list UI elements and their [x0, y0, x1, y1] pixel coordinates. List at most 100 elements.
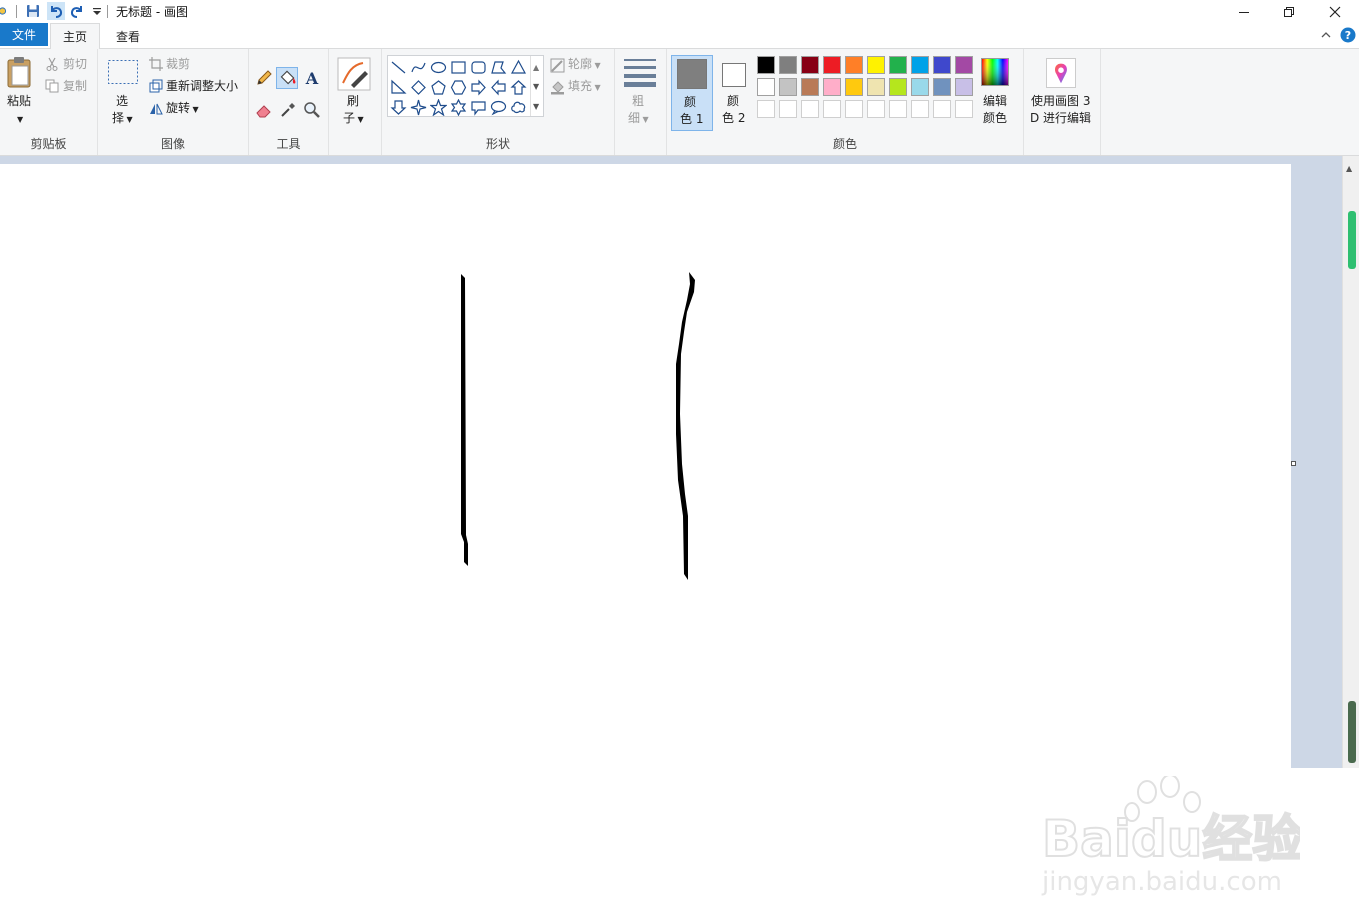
up-arrow-shape-icon[interactable]: [510, 79, 527, 96]
custom-color-slot[interactable]: [911, 100, 929, 118]
custom-color-slot[interactable]: [845, 100, 863, 118]
shapes-scroll-down[interactable]: ▼: [533, 78, 539, 95]
edit-colors-icon[interactable]: [981, 58, 1009, 86]
oval-shape-icon[interactable]: [430, 59, 447, 76]
brushes-button-line2[interactable]: 子 ▼: [343, 110, 364, 128]
triangle-shape-icon[interactable]: [510, 59, 527, 76]
six-point-star-shape-icon[interactable]: [450, 98, 467, 117]
custom-color-slot[interactable]: [757, 100, 775, 118]
crop-button[interactable]: 裁剪: [166, 56, 190, 73]
customize-quick-access-icon[interactable]: [89, 3, 105, 19]
right-arrow-shape-icon[interactable]: [470, 79, 487, 96]
drawing-canvas[interactable]: [0, 164, 1291, 768]
size-icon[interactable]: [623, 57, 657, 87]
palette-swatch[interactable]: [955, 56, 973, 74]
edit-colors-line1[interactable]: 编辑: [983, 93, 1007, 110]
tab-home[interactable]: 主页: [50, 23, 100, 49]
magnifier-icon[interactable]: [303, 101, 321, 119]
collapse-ribbon-icon[interactable]: [1319, 28, 1333, 42]
crop-icon[interactable]: [149, 57, 163, 71]
pencil-icon[interactable]: [255, 69, 273, 87]
palette-swatch[interactable]: [889, 78, 907, 96]
diamond-shape-icon[interactable]: [410, 79, 427, 96]
color-picker-icon[interactable]: [279, 101, 297, 119]
redo-icon[interactable]: [69, 3, 85, 19]
custom-color-slot[interactable]: [801, 100, 819, 118]
scroll-thumb-top[interactable]: [1348, 211, 1356, 269]
outline-button[interactable]: 轮廓 ▼: [568, 56, 601, 74]
paste-button[interactable]: 粘贴: [7, 93, 31, 110]
paint3d-icon[interactable]: [1046, 58, 1076, 88]
rotate-button[interactable]: 旋转 ▼: [166, 100, 199, 118]
edit-colors-line2[interactable]: 颜色: [983, 110, 1007, 127]
custom-color-slot[interactable]: [933, 100, 951, 118]
palette-swatch[interactable]: [933, 78, 951, 96]
palette-swatch[interactable]: [867, 78, 885, 96]
polygon-shape-icon[interactable]: [490, 59, 507, 76]
fill-button[interactable]: 填充 ▼: [568, 78, 601, 96]
palette-swatch[interactable]: [845, 78, 863, 96]
four-point-star-shape-icon[interactable]: [410, 99, 427, 116]
line-shape-icon[interactable]: [390, 59, 407, 76]
size-button-line2[interactable]: 细 ▼: [628, 110, 649, 128]
palette-swatch[interactable]: [955, 78, 973, 96]
palette-swatch[interactable]: [779, 78, 797, 96]
cut-icon[interactable]: [45, 57, 59, 71]
resize-icon[interactable]: [149, 79, 163, 93]
color2-button[interactable]: 颜 色 2: [717, 55, 755, 131]
canvas-resize-handle[interactable]: [1291, 461, 1296, 466]
close-button[interactable]: [1312, 0, 1358, 23]
palette-swatch[interactable]: [823, 78, 841, 96]
custom-color-slot[interactable]: [779, 100, 797, 118]
five-point-star-shape-icon[interactable]: [429, 98, 448, 117]
undo-icon[interactable]: [47, 2, 65, 20]
palette-swatch[interactable]: [867, 56, 885, 74]
paint3d-button-line2[interactable]: D 进行编辑: [1030, 110, 1091, 127]
eraser-icon[interactable]: [255, 101, 273, 119]
palette-swatch[interactable]: [757, 56, 775, 74]
scroll-up-arrow[interactable]: ▲: [1346, 160, 1352, 177]
pentagon-shape-icon[interactable]: [430, 79, 447, 96]
outline-icon[interactable]: [550, 58, 565, 73]
tab-file[interactable]: 文件: [0, 23, 48, 46]
minimize-button[interactable]: [1221, 0, 1267, 23]
custom-color-slot[interactable]: [955, 100, 973, 118]
rounded-rectangle-shape-icon[interactable]: [470, 59, 487, 76]
palette-swatch[interactable]: [823, 56, 841, 74]
fill-icon[interactable]: [550, 80, 565, 95]
maximize-button[interactable]: [1266, 0, 1312, 23]
app-icon[interactable]: [0, 3, 10, 19]
left-arrow-shape-icon[interactable]: [490, 79, 507, 96]
palette-swatch[interactable]: [801, 56, 819, 74]
rectangle-shape-icon[interactable]: [450, 59, 467, 76]
palette-swatch[interactable]: [779, 56, 797, 74]
fill-bucket-icon[interactable]: [276, 67, 298, 89]
paste-dropdown-arrow[interactable]: ▼: [17, 111, 23, 128]
shapes-scroll-up[interactable]: ▲: [533, 59, 539, 76]
help-icon[interactable]: ?: [1340, 27, 1356, 43]
vertical-scrollbar[interactable]: ▲: [1342, 156, 1359, 768]
select-button-line1[interactable]: 选: [116, 93, 128, 110]
custom-color-slot[interactable]: [823, 100, 841, 118]
custom-color-slot[interactable]: [889, 100, 907, 118]
palette-swatch[interactable]: [801, 78, 819, 96]
save-icon[interactable]: [25, 3, 41, 19]
paste-icon[interactable]: [4, 55, 36, 89]
rect-callout-shape-icon[interactable]: [470, 99, 487, 116]
brush-icon[interactable]: [337, 57, 371, 91]
custom-color-slot[interactable]: [867, 100, 885, 118]
scroll-thumb-bottom[interactable]: [1348, 701, 1356, 763]
oval-callout-shape-icon[interactable]: [490, 99, 507, 116]
select-icon[interactable]: [107, 59, 139, 85]
cut-button[interactable]: 剪切: [63, 56, 87, 73]
copy-icon[interactable]: [45, 79, 59, 93]
curve-shape-icon[interactable]: [410, 59, 427, 76]
brushes-button-line1[interactable]: 刷: [347, 93, 359, 110]
tab-view[interactable]: 查看: [104, 23, 152, 49]
palette-swatch[interactable]: [911, 56, 929, 74]
select-button-line2[interactable]: 择 ▼: [112, 110, 133, 128]
cloud-callout-shape-icon[interactable]: [510, 99, 527, 116]
text-icon[interactable]: A: [303, 69, 321, 87]
shapes-expand[interactable]: ▼: [533, 98, 539, 115]
hexagon-shape-icon[interactable]: [450, 79, 467, 96]
